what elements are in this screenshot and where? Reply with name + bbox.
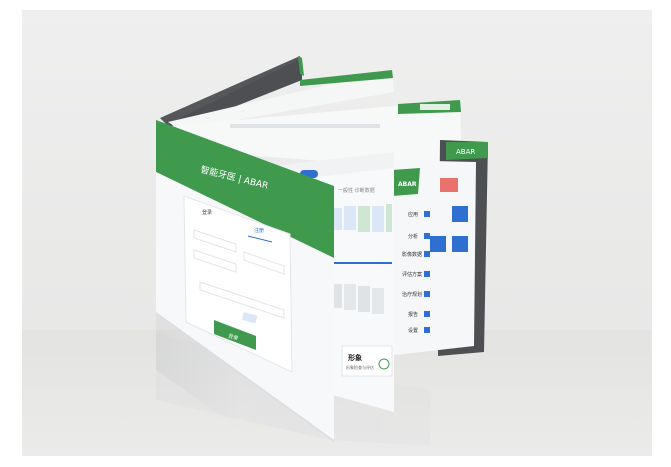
photo-frame: ABAR ABAR 应用 分析 影像数据 评估方案 治疗规划 报告 设置 一般性…: [0, 0, 671, 467]
side-menu-item[interactable]: 设置: [408, 327, 418, 334]
side-menu-item[interactable]: 治疗规划: [402, 291, 422, 298]
footer-card: 形象 形象检查与评估: [341, 345, 393, 377]
side-menu-item[interactable]: 应用: [408, 211, 418, 218]
side-menu-item[interactable]: 影像数据: [402, 251, 422, 258]
footer-title: 形象: [348, 353, 362, 362]
folded-brochure-mockup: ABAR ABAR 应用 分析 影像数据 评估方案 治疗规划 报告 设置 一般性…: [22, 56, 652, 456]
panel-tile: [452, 206, 468, 222]
side-menu-item[interactable]: 评估方案: [402, 271, 422, 278]
panel-tile: [452, 236, 468, 252]
search-placeholder[interactable]: 一般性 诊断数据: [338, 187, 375, 194]
side-menu-item[interactable]: 分析: [408, 233, 418, 240]
footer-subtitle: 形象检查与评估: [346, 364, 374, 370]
logo-text: ABAR: [456, 148, 475, 156]
logo: ABAR: [398, 181, 417, 188]
panel-tile: [430, 236, 446, 252]
accent-tile: [440, 178, 458, 192]
tooth-grid-upper: [330, 204, 392, 232]
side-menu-item[interactable]: 报告: [408, 311, 418, 318]
right-ui-page: ABAR 应用 分析 影像数据 评估方案 治疗规划 报告 设置: [386, 160, 476, 356]
tab-register[interactable]: 注册: [254, 227, 264, 234]
tab-login[interactable]: 登录: [202, 209, 212, 216]
